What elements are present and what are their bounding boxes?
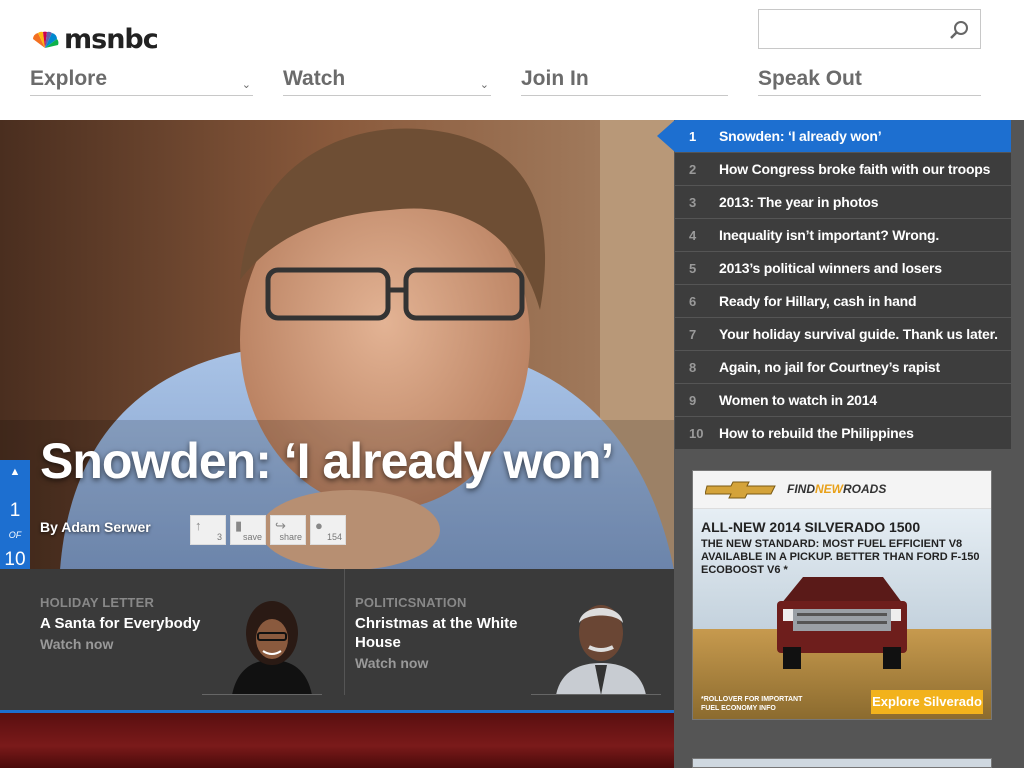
nav-watch[interactable]: Watch ⌄ [283,66,491,96]
share-label: share [279,532,302,542]
nav-speak-out-label: Speak Out [758,67,862,90]
list-item-number: 10 [689,426,704,441]
nav-explore[interactable]: Explore ⌄ [30,66,253,96]
list-item-number: 5 [689,261,697,276]
save-label: save [242,532,262,542]
video-promos: HOLIDAY LETTER A Santa for Everybody Wat… [0,569,674,711]
active-pointer-icon [657,120,675,152]
list-item[interactable]: 8 Again, no jail for Courtney’s rapist [675,351,1011,384]
list-item-number: 1 [689,129,697,144]
nav-watch-label: Watch [283,67,346,90]
chevron-down-icon: ⌄ [241,79,251,91]
hero-photo [0,120,674,570]
hero-byline[interactable]: By Adam Serwer [40,519,151,535]
list-item-title[interactable]: Snowden: ‘I already won’ [719,128,882,144]
ad-disclaimer-line1: *ROLLOVER FOR IMPORTANT [701,696,803,703]
list-item[interactable]: 9 Women to watch in 2014 [675,384,1011,417]
list-item-title[interactable]: Your holiday survival guide. Thank us la… [719,326,998,342]
search-box [758,9,981,49]
secondary-ad[interactable] [692,758,992,768]
ad-disclaimer-line2: FUEL ECONOMY INFO [701,705,776,712]
next-story-image[interactable] [0,713,674,768]
list-item[interactable]: 4 Inequality isn’t important? Wrong. [675,219,1011,252]
search-icon[interactable] [948,19,970,41]
ad-tagline-roads: ROADS [843,482,887,496]
promo-title[interactable]: A Santa for Everybody [40,614,200,633]
hero-title[interactable]: Snowden: ‘I already won’ [40,432,614,490]
site-header: msnbc Explore ⌄ Watch ⌄ Join In Speak Ou… [0,0,1024,120]
list-item-number: 2 [689,162,697,177]
promo-thumbnail [232,601,312,695]
list-item[interactable]: 1 Snowden: ‘I already won’ [675,120,1011,153]
ad-tagline: FINDNEWROADS [787,482,886,496]
bookmark-icon: ▮ [235,518,243,533]
list-item-title[interactable]: 2013: The year in photos [719,194,879,210]
watch-now-link[interactable]: Watch now [40,636,113,652]
promo-politicsnation[interactable]: POLITICSNATION Christmas at the White Ho… [344,569,661,695]
list-item-number: 4 [689,228,697,243]
list-item[interactable]: 5 2013’s political winners and losers [675,252,1011,285]
chevy-bowtie-icon [705,481,776,499]
share-button[interactable]: ↪ share [270,515,306,545]
divider [531,694,661,695]
top-stories-list: 1 Snowden: ‘I already won’ 2 How Congres… [675,120,1011,450]
upvote-icon: ↑ [195,518,202,533]
hero-story[interactable]: ▲ 1 OF 10 ▼ [0,120,674,570]
list-item-title[interactable]: How to rebuild the Philippines [719,425,914,441]
nav-explore-label: Explore [30,67,108,90]
pager-current: 1 [9,500,21,521]
list-item-number: 9 [689,393,697,408]
ad-headline: ALL-NEW 2014 SILVERADO 1500 [701,519,921,535]
pager-of: OF [8,530,22,540]
promo-holiday-letter[interactable]: HOLIDAY LETTER A Santa for Everybody Wat… [40,569,322,695]
list-item-title[interactable]: Again, no jail for Courtney’s rapist [719,359,940,375]
site-logo[interactable]: msnbc [30,24,159,55]
list-item-title[interactable]: How Congress broke faith with our troops [719,161,990,177]
nav-join-in-label: Join In [521,67,589,90]
promo-kicker: HOLIDAY LETTER [40,595,155,610]
peacock-icon [32,31,59,48]
search-input[interactable] [759,10,939,48]
list-item-number: 6 [689,294,697,309]
promo-kicker: POLITICSNATION [355,595,467,610]
list-item[interactable]: 2 How Congress broke faith with our troo… [675,153,1011,186]
comments-button[interactable]: ● 154 [310,515,346,545]
divider [202,694,322,695]
watch-now-link[interactable]: Watch now [355,655,428,671]
chevrolet-ad[interactable]: FINDNEWROADS ALL-NEW 2014 SILVERADO 1500… [692,470,992,720]
list-item-title[interactable]: Inequality isn’t important? Wrong. [719,227,939,243]
comment-count: 154 [326,532,342,542]
promo-title-line2[interactable]: House [355,633,401,652]
list-item-title[interactable]: 2013’s political winners and losers [719,260,942,276]
upvote-count: 3 [216,532,222,542]
pager-total: 10 [4,549,26,570]
nav-join-in[interactable]: Join In [521,66,728,96]
list-item[interactable]: 7 Your holiday survival guide. Thank us … [675,318,1011,351]
story-pager: ▲ 1 OF 10 ▼ [0,460,30,570]
ad-disclaimer[interactable]: *ROLLOVER FOR IMPORTANT FUEL ECONOMY INF… [701,695,802,713]
list-item-title[interactable]: Women to watch in 2014 [719,392,877,408]
logo-text: msnbc [64,24,159,55]
list-item[interactable]: 3 2013: The year in photos [675,186,1011,219]
save-button[interactable]: ▮ save [230,515,266,545]
ad-header: FINDNEWROADS [693,471,991,509]
promo-title-line1[interactable]: Christmas at the White [355,614,518,633]
pager-up-arrow-icon[interactable]: ▲ [0,466,30,478]
list-item-number: 3 [689,195,697,210]
list-item-title[interactable]: Ready for Hillary, cash in hand [719,293,917,309]
upvote-button[interactable]: ↑ 3 [190,515,226,545]
list-item[interactable]: 10 How to rebuild the Philippines [675,417,1011,450]
comment-icon: ● [315,518,323,533]
ad-tagline-new: NEW [815,482,843,496]
ad-tagline-find: FIND [787,482,815,496]
ad-subhead: THE NEW STANDARD: MOST FUEL EFFICIENT V8… [701,538,980,576]
chevron-down-icon: ⌄ [479,79,489,91]
list-item-number: 8 [689,360,697,375]
list-item-number: 7 [689,327,697,342]
nav-speak-out[interactable]: Speak Out [758,66,981,96]
list-item[interactable]: 6 Ready for Hillary, cash in hand [675,285,1011,318]
explore-silverado-button[interactable]: Explore Silverado [871,690,983,714]
promo-thumbnail [556,605,646,695]
